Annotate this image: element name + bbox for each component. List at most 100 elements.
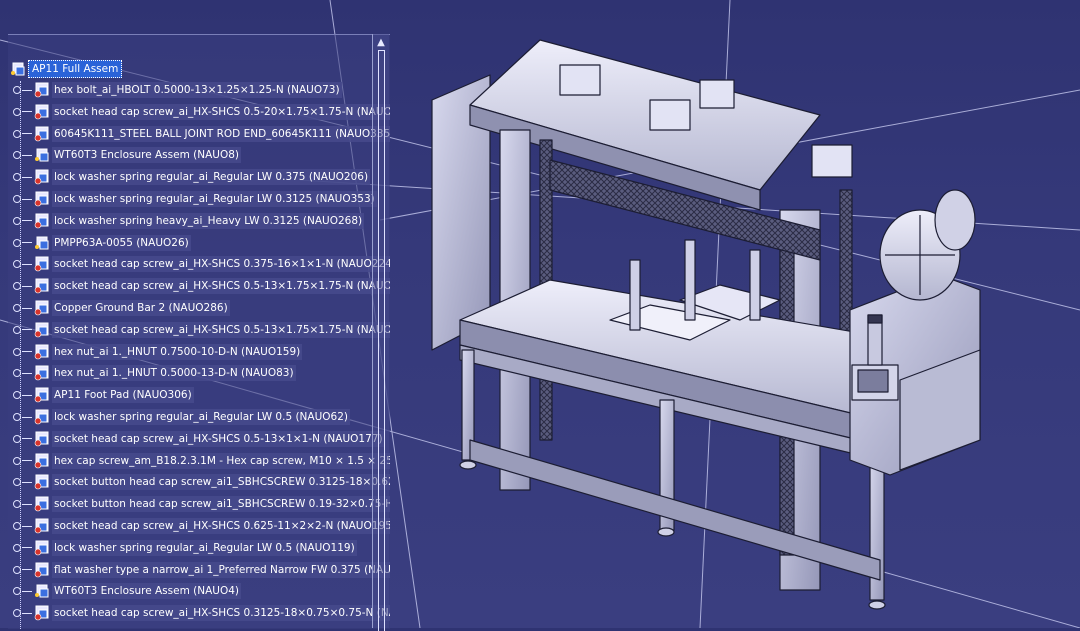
tree-branch-line	[22, 154, 32, 156]
tree-item-label[interactable]: socket button head cap screw_ai1_SBHCSCR…	[52, 496, 390, 513]
expand-node-icon[interactable]	[13, 151, 21, 160]
expand-node-icon[interactable]	[13, 434, 21, 443]
part-icon	[34, 344, 50, 360]
tree-item-label[interactable]: hex nut_ai 1._HNUT 0.7500-10-D-N (NAUO15…	[52, 343, 303, 360]
expand-node-icon[interactable]	[13, 456, 21, 465]
tree-root-label[interactable]: AP11 Full Assem	[28, 60, 123, 78]
tree-item[interactable]: hex nut_ai 1._HNUT 0.7500-10-D-N (NAUO15…	[8, 342, 303, 362]
expand-node-icon[interactable]	[13, 325, 21, 334]
tree-item[interactable]: hex nut_ai 1._HNUT 0.5000-13-D-N (NAUO83…	[8, 363, 296, 383]
tree-item-label[interactable]: lock washer spring regular_ai_Regular LW…	[52, 409, 350, 425]
tree-item-label[interactable]: socket head cap screw_ai_HX-SHCS 0.3125-…	[52, 605, 390, 622]
tree-item-label[interactable]: socket head cap screw_ai_HX-SHCS 0.5-20×…	[52, 103, 390, 120]
tree-branch-line	[22, 372, 32, 374]
expand-node-icon[interactable]	[13, 500, 21, 509]
tree-item[interactable]: socket head cap screw_ai_HX-SHCS 0.375-1…	[8, 254, 390, 274]
tree-item[interactable]: WT60T3 Enclosure Assem (NAUO8)	[8, 145, 242, 165]
expand-node-icon[interactable]	[13, 173, 21, 182]
tree-item[interactable]: lock washer spring regular_ai_Regular LW…	[8, 407, 350, 427]
expand-node-icon[interactable]	[13, 86, 21, 94]
tree-branch-line	[22, 416, 32, 418]
expand-node-icon[interactable]	[13, 369, 21, 378]
tree-item[interactable]: socket button head cap screw_ai1_SBHCSCR…	[8, 494, 390, 514]
tree-branch-line	[22, 590, 32, 592]
tree-scrollbar[interactable]: ▲	[372, 34, 389, 631]
tree-item-label[interactable]: PMPP63A-0055 (NAUO26)	[52, 234, 191, 251]
tree-branch-line	[22, 176, 32, 178]
tree-item[interactable]: hex cap screw_am_B18.2.3.1M - Hex cap sc…	[8, 451, 390, 471]
expand-node-icon[interactable]	[13, 543, 21, 552]
expand-node-icon[interactable]	[13, 107, 21, 116]
tree-item-label[interactable]: WT60T3 Enclosure Assem (NAUO8)	[52, 147, 242, 164]
tree-item[interactable]: socket head cap screw_ai_HX-SHCS 0.5-20×…	[8, 102, 390, 122]
part-icon	[34, 126, 50, 142]
tree-branch-line	[22, 242, 32, 244]
expand-node-icon[interactable]	[13, 216, 21, 225]
tree-item-label[interactable]: 60645K111_STEEL BALL JOINT ROD END_60645…	[52, 125, 390, 142]
tree-item-label[interactable]: flat washer type a narrow_ai 1_Preferred…	[52, 561, 390, 578]
tree-item-label[interactable]: Copper Ground Bar 2 (NAUO286)	[52, 300, 230, 316]
expand-node-icon[interactable]	[13, 565, 21, 574]
tree-branch-line	[22, 460, 32, 462]
tree-branch-line	[22, 525, 32, 527]
tree-item-label[interactable]: lock washer spring regular_ai_Regular LW…	[52, 191, 377, 207]
tree-item[interactable]: socket head cap screw_ai_HX-SHCS 0.625-1…	[8, 516, 390, 536]
tree-branch-line	[22, 198, 32, 200]
tree-item-label[interactable]: socket head cap screw_ai_HX-SHCS 0.5-13×…	[52, 430, 385, 447]
expand-node-icon[interactable]	[13, 609, 21, 618]
tree-item-label[interactable]: socket head cap screw_ai_HX-SHCS 0.5-13×…	[52, 321, 390, 338]
tree-root[interactable]: AP11 Full Assem	[8, 59, 123, 79]
tree-item-label[interactable]: WT60T3 Enclosure Assem (NAUO4)	[52, 583, 242, 600]
tree-item[interactable]: socket button head cap screw_ai1_SBHCSCR…	[8, 472, 390, 492]
machine-3d-model[interactable]	[400, 20, 1020, 620]
tree-item-label[interactable]: lock washer spring regular_ai_Regular LW…	[52, 539, 357, 556]
tree-item-label[interactable]: socket head cap screw_ai_HX-SHCS 0.5-13×…	[52, 278, 390, 295]
tree-item-label[interactable]: socket head cap screw_ai_HX-SHCS 0.375-1…	[52, 256, 390, 273]
tree-item[interactable]: socket head cap screw_ai_HX-SHCS 0.5-13×…	[8, 320, 390, 340]
tree-item-label[interactable]: hex bolt_ai_HBOLT 0.5000-13×1.25×1.25-N …	[52, 82, 342, 98]
expand-node-icon[interactable]	[13, 347, 21, 356]
expand-node-icon[interactable]	[13, 282, 21, 291]
tree-branch-line	[22, 111, 32, 113]
part-icon	[34, 562, 50, 578]
tree-item[interactable]: socket head cap screw_ai_HX-SHCS 0.5-13×…	[8, 429, 385, 449]
tree-item[interactable]: hex bolt_ai_HBOLT 0.5000-13×1.25×1.25-N …	[8, 80, 342, 100]
tree-item-label[interactable]: hex nut_ai 1._HNUT 0.5000-13-D-N (NAUO83…	[52, 365, 296, 382]
specification-tree[interactable]: AP11 Full Assem hex bolt_ai_HBOLT 0.5000…	[8, 34, 390, 629]
expand-node-icon[interactable]	[13, 478, 21, 487]
tree-item-label[interactable]: socket button head cap screw_ai1_SBHCSCR…	[52, 474, 390, 491]
expand-node-icon[interactable]	[13, 195, 21, 203]
expand-node-icon[interactable]	[13, 129, 21, 138]
scroll-thumb[interactable]	[378, 50, 385, 631]
tree-item[interactable]: lock washer spring heavy_ai_Heavy LW 0.3…	[8, 211, 365, 231]
tree-item[interactable]: lock washer spring regular_ai_Regular LW…	[8, 167, 371, 187]
expand-node-icon[interactable]	[13, 391, 21, 400]
expand-node-icon[interactable]	[13, 413, 21, 421]
expand-node-icon[interactable]	[13, 522, 21, 530]
part-icon	[34, 605, 50, 621]
tree-item[interactable]: 60645K111_STEEL BALL JOINT ROD END_60645…	[8, 124, 390, 144]
tree-item[interactable]: flat washer type a narrow_ai 1_Preferred…	[8, 560, 390, 580]
part-icon	[34, 453, 50, 469]
tree-item-label[interactable]: AP11 Foot Pad (NAUO306)	[52, 387, 194, 404]
expand-node-icon[interactable]	[13, 238, 21, 247]
tree-item-label[interactable]: lock washer spring heavy_ai_Heavy LW 0.3…	[52, 212, 365, 229]
tree-item[interactable]: WT60T3 Enclosure Assem (NAUO4)	[8, 581, 242, 601]
tree-item-label[interactable]: socket head cap screw_ai_HX-SHCS 0.625-1…	[52, 518, 390, 534]
tree-item[interactable]: AP11 Foot Pad (NAUO306)	[8, 385, 194, 405]
tree-item[interactable]: PMPP63A-0055 (NAUO26)	[8, 233, 191, 253]
tree-item[interactable]: socket head cap screw_ai_HX-SHCS 0.5-13×…	[8, 276, 390, 296]
tree-item[interactable]: socket head cap screw_ai_HX-SHCS 0.3125-…	[8, 603, 390, 623]
tree-branch-line	[22, 133, 32, 135]
tree-item[interactable]: lock washer spring regular_ai_Regular LW…	[8, 538, 357, 558]
part-icon	[34, 300, 50, 316]
expand-node-icon[interactable]	[13, 260, 21, 269]
tree-item[interactable]: Copper Ground Bar 2 (NAUO286)	[8, 298, 230, 318]
scroll-up-arrow-icon[interactable]: ▲	[373, 36, 389, 50]
tree-branch-line	[22, 89, 32, 91]
tree-item-label[interactable]: lock washer spring regular_ai_Regular LW…	[52, 169, 371, 186]
tree-item[interactable]: lock washer spring regular_ai_Regular LW…	[8, 189, 377, 209]
expand-node-icon[interactable]	[13, 587, 21, 596]
tree-item-label[interactable]: hex cap screw_am_B18.2.3.1M - Hex cap sc…	[52, 452, 390, 469]
expand-node-icon[interactable]	[13, 304, 21, 312]
